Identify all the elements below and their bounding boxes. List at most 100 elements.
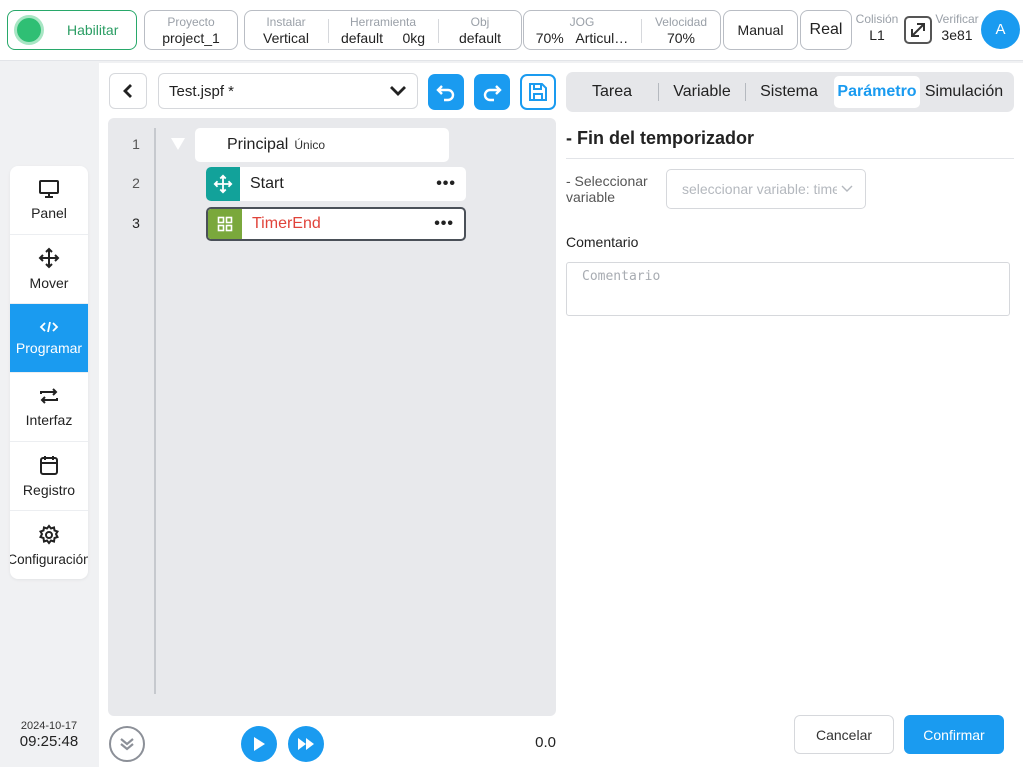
swap-icon (40, 388, 58, 404)
main-sublabel: Único (294, 138, 326, 152)
redo-button[interactable] (474, 74, 510, 110)
jog-mode: Articul… (575, 30, 629, 46)
collision-label: Colisión (855, 12, 899, 26)
tool-value: default 0kg (329, 30, 437, 46)
nav-item-settings[interactable]: Configuración (10, 511, 88, 579)
tab-system[interactable]: Sistema (746, 76, 832, 108)
nav-item-program[interactable]: Programar (10, 304, 88, 373)
chevron-down-icon (120, 738, 134, 751)
tool-setting[interactable]: Herramienta default 0kg (329, 11, 437, 49)
jog-value: 70% Articul… (524, 30, 640, 46)
monitor-icon (39, 180, 59, 198)
real-mode-button[interactable]: Real (800, 10, 852, 50)
project-value: project_1 (162, 30, 220, 46)
speed-setting[interactable]: Velocidad 70% (642, 11, 720, 49)
comment-placeholder: Comentario (582, 269, 661, 284)
step-forward-button[interactable] (288, 726, 324, 762)
tool-label: Herramienta (349, 15, 417, 29)
tab-simulation[interactable]: Simulación (920, 76, 1008, 108)
enable-button[interactable]: Habilitar (7, 10, 137, 50)
install-label: Instalar (266, 15, 306, 29)
cancel-button[interactable]: Cancelar (794, 715, 894, 754)
datetime: 2024-10-17 09:25:48 (10, 720, 88, 750)
time-text: 09:25:48 (19, 733, 79, 750)
code-icon (39, 321, 59, 333)
tool-weight: 0kg (402, 30, 426, 46)
undo-icon (436, 85, 455, 102)
install-setting[interactable]: Instalar Vertical (245, 11, 327, 49)
nav-item-interface[interactable]: Interfaz (10, 373, 88, 442)
left-nav: Panel Mover Programar Interfaz Registro … (10, 166, 88, 579)
save-button[interactable] (520, 74, 556, 110)
divider (566, 158, 1014, 159)
expand-icon[interactable] (903, 15, 933, 50)
redo-icon (483, 85, 502, 102)
save-icon (529, 83, 547, 101)
nav-item-panel[interactable]: Panel (10, 166, 88, 235)
run-controls: 0.0 (99, 723, 564, 767)
file-select[interactable]: Test.jspf * (158, 73, 418, 109)
collapse-triangle-icon[interactable] (170, 137, 186, 156)
verify-status[interactable]: Verificar 3e81 (935, 12, 979, 43)
nav-label: Panel (31, 205, 67, 221)
date-text: 2024-10-17 (20, 720, 78, 732)
node-label: Start (250, 175, 284, 192)
tab-variable[interactable]: Variable (659, 76, 745, 108)
collision-status[interactable]: Colisión L1 (854, 12, 900, 43)
tree-guide-line (154, 128, 156, 694)
manual-mode-button[interactable]: Manual (723, 10, 798, 50)
jog-label: JOG (569, 15, 595, 29)
confirm-button[interactable]: Confirmar (904, 715, 1004, 754)
variable-select[interactable]: seleccionar variable: timer (666, 169, 866, 209)
move-icon (38, 247, 60, 269)
more-options-icon[interactable]: ••• (434, 215, 454, 233)
project-label: Proyecto (167, 15, 215, 29)
chevron-down-icon (390, 86, 406, 96)
top-bar: Habilitar Proyecto project_1 Instalar Ve… (0, 0, 1023, 61)
chevron-down-icon (841, 185, 853, 192)
collision-value: L1 (869, 27, 885, 43)
avatar[interactable]: A (981, 10, 1020, 49)
more-options-icon[interactable]: ••• (436, 175, 456, 193)
play-button[interactable] (241, 726, 277, 762)
comment-field[interactable]: Comentario (566, 262, 1010, 316)
program-tree: 1 2 3 Principal Único Start ••• TimerEnd… (108, 118, 556, 716)
expand-tree-button[interactable] (109, 726, 145, 762)
tree-node-timerend[interactable]: TimerEnd ••• (206, 207, 466, 241)
nav-label: Configuración (10, 552, 88, 567)
gear-icon (39, 524, 59, 545)
undo-button[interactable] (428, 74, 464, 110)
jog-speed-group: JOG 70% Articul… Velocidad 70% (523, 10, 721, 50)
jog-percent: 70% (535, 30, 564, 46)
nav-item-move[interactable]: Mover (10, 235, 88, 304)
main-label: Principal (227, 136, 289, 153)
nav-item-log[interactable]: Registro (10, 442, 88, 511)
parameter-panel: Tarea Variable Sistema Parámetro Simulac… (564, 63, 1023, 767)
line-number: 2 (132, 175, 140, 191)
install-tool-group: Instalar Vertical Herramienta default 0k… (244, 10, 522, 50)
nav-label: Mover (29, 275, 69, 291)
nav-label: Registro (22, 482, 76, 498)
calendar-icon (40, 456, 58, 475)
back-button[interactable] (109, 73, 147, 109)
speed-label: Velocidad (654, 15, 708, 29)
comment-label: Comentario (566, 234, 639, 250)
panel-title: - Fin del temporizador (566, 128, 755, 148)
tab-task[interactable]: Tarea (566, 76, 658, 108)
speed-readout: 0.0 (535, 734, 556, 751)
obj-label: Obj (470, 15, 490, 29)
chevron-left-icon (123, 84, 132, 98)
verify-label: Verificar (935, 12, 979, 26)
tree-node-main[interactable]: Principal Único (195, 128, 449, 162)
tool-name: default (340, 30, 383, 46)
jog-setting[interactable]: JOG 70% Articul… (524, 11, 640, 49)
tab-parameter[interactable]: Parámetro (834, 76, 920, 108)
project-selector[interactable]: Proyecto project_1 (144, 10, 238, 50)
tree-node-start[interactable]: Start ••• (206, 167, 466, 201)
enable-label: Habilitar (67, 22, 119, 38)
speed-value: 70% (666, 30, 696, 46)
obj-setting[interactable]: Obj default (439, 11, 521, 49)
line-number: 3 (132, 215, 140, 231)
nav-label: Interfaz (25, 412, 73, 428)
play-icon (254, 737, 265, 751)
